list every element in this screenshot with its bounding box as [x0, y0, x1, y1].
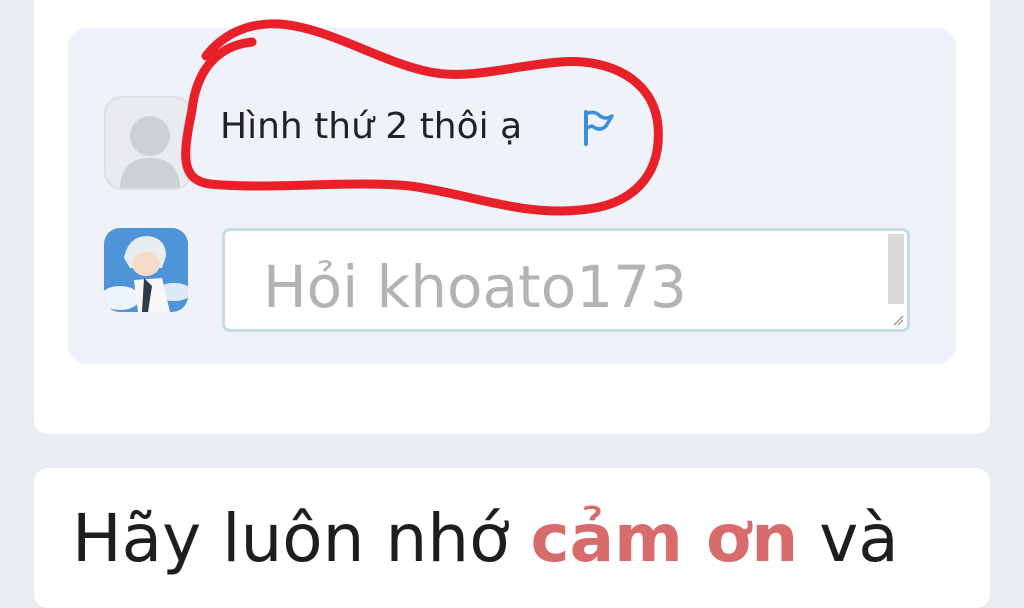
default-user-icon [120, 116, 180, 188]
textarea-scrollbar[interactable] [888, 234, 904, 304]
current-user-avatar[interactable] [104, 228, 188, 312]
headline-text-part2: và [798, 500, 899, 577]
commenter-avatar[interactable] [104, 96, 192, 190]
comment-text: Hình thứ 2 thôi ạ [220, 106, 523, 147]
headline-text-part1: Hãy luôn nhớ [72, 500, 531, 577]
thanks-reminder-headline: Hãy luôn nhớ cảm ơn và [72, 500, 899, 577]
resize-grip-icon[interactable] [892, 314, 904, 326]
ask-user-input[interactable] [222, 228, 910, 332]
flag-icon[interactable] [580, 108, 616, 148]
headline-accent-thanks: cảm ơn [530, 500, 799, 577]
anime-avatar-image [104, 228, 188, 312]
